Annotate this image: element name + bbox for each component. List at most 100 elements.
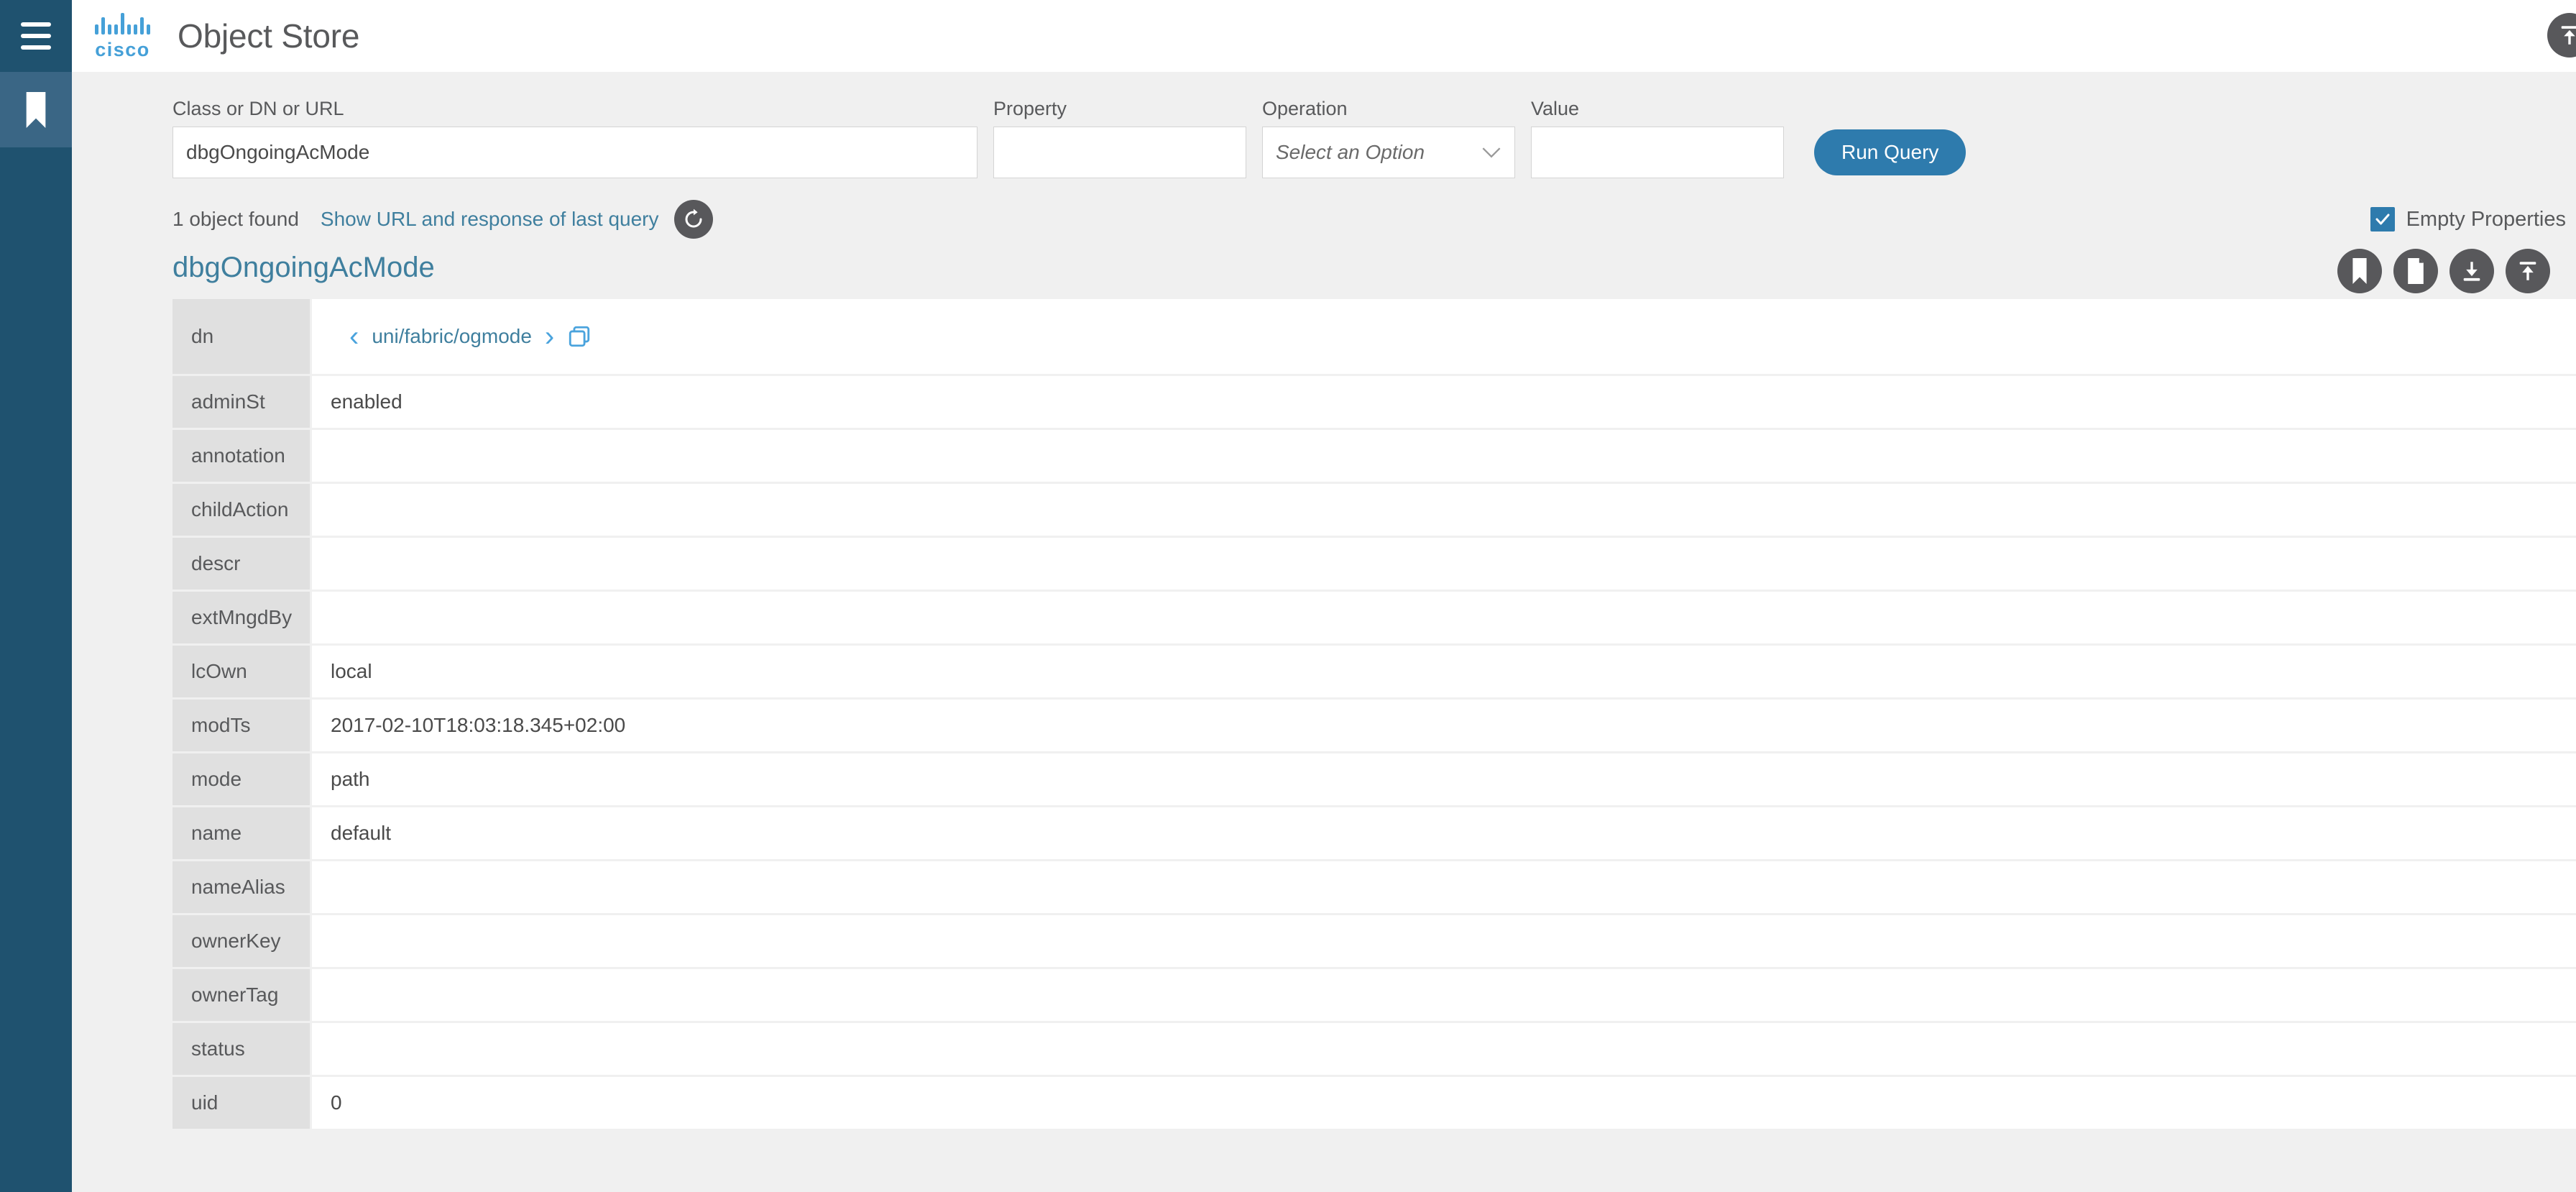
table-row: nameAlias — [172, 861, 2576, 913]
property-key: uid — [172, 1077, 312, 1129]
property-field-group: Property — [993, 98, 1246, 178]
table-row: annotation — [172, 430, 2576, 482]
query-bar: Class or DN or URL Property Operation Se… — [72, 72, 2576, 194]
property-value: local — [312, 646, 2576, 697]
hamburger-menu-icon — [21, 22, 51, 27]
status-row: 1 object found Show URL and response of … — [72, 194, 2576, 244]
property-value — [312, 538, 2576, 590]
property-key: status — [172, 1023, 312, 1075]
property-key: adminSt — [172, 376, 312, 428]
upload-icon — [2557, 23, 2576, 47]
chevron-left-icon[interactable]: ‹ — [349, 322, 359, 351]
refresh-button[interactable] — [674, 200, 713, 239]
cisco-bars-icon — [95, 12, 150, 35]
cisco-wordmark: cisco — [95, 39, 150, 61]
table-row: dn ‹ uni/fabric/ogmode › — [172, 299, 2576, 374]
property-table: dn ‹ uni/fabric/ogmode › — [172, 297, 2576, 1131]
property-value: 0 — [312, 1077, 2576, 1129]
bookmark-icon — [22, 91, 50, 129]
rail-bookmark-button[interactable] — [0, 72, 72, 147]
chevron-down-icon — [1481, 146, 1501, 159]
property-value — [312, 1023, 2576, 1075]
hamburger-menu-icon — [21, 34, 51, 38]
bookmark-button[interactable] — [2337, 249, 2382, 293]
cisco-logo: cisco — [95, 12, 150, 61]
table-row: namedefault — [172, 807, 2576, 859]
property-value: path — [312, 753, 2576, 805]
property-key: childAction — [172, 484, 312, 536]
table-row: descr — [172, 538, 2576, 590]
topbar-upload-button[interactable] — [2547, 13, 2576, 58]
object-count-text: 1 object found — [172, 208, 299, 231]
value-field-label: Value — [1531, 98, 1784, 120]
class-dn-url-input[interactable] — [172, 127, 978, 178]
page-title: Object Store — [178, 17, 359, 55]
property-key: extMngdBy — [172, 592, 312, 643]
class-field-label: Class or DN or URL — [172, 98, 978, 120]
download-button[interactable] — [2450, 249, 2494, 293]
property-field-label: Property — [993, 98, 1246, 120]
document-button[interactable] — [2393, 249, 2438, 293]
property-value — [312, 861, 2576, 913]
empty-properties-toggle[interactable]: Empty Properties — [2370, 207, 2566, 231]
operation-field-label: Operation — [1262, 98, 1515, 120]
property-value — [312, 915, 2576, 967]
property-key: dn — [172, 299, 312, 374]
property-key: nameAlias — [172, 861, 312, 913]
property-value: 2017-02-10T18:03:18.345+02:00 — [312, 700, 2576, 751]
operation-select[interactable]: Select an Option — [1262, 127, 1515, 178]
upload-button[interactable] — [2506, 249, 2550, 293]
table-row: lcOwnlocal — [172, 646, 2576, 697]
property-value — [312, 430, 2576, 482]
property-input[interactable] — [993, 127, 1246, 178]
table-row: modTs2017-02-10T18:03:18.345+02:00 — [172, 700, 2576, 751]
show-url-link[interactable]: Show URL and response of last query — [321, 208, 659, 231]
empty-properties-label: Empty Properties — [2406, 208, 2566, 231]
property-value: ‹ uni/fabric/ogmode › — [312, 299, 2576, 374]
property-key: mode — [172, 753, 312, 805]
hamburger-menu-icon — [21, 45, 51, 50]
object-actions — [2337, 249, 2550, 293]
dn-path-link[interactable]: uni/fabric/ogmode — [372, 325, 532, 348]
property-table-wrapper: dn ‹ uni/fabric/ogmode › — [72, 297, 2576, 1192]
table-row: uid0 — [172, 1077, 2576, 1129]
bookmark-icon — [2349, 258, 2370, 284]
property-value — [312, 592, 2576, 643]
download-icon — [2460, 259, 2484, 283]
class-field-group: Class or DN or URL — [172, 98, 978, 178]
value-field-group: Value — [1531, 98, 1784, 178]
copy-icon[interactable] — [567, 324, 592, 349]
property-key: modTs — [172, 700, 312, 751]
table-row: ownerTag — [172, 969, 2576, 1021]
table-row: ownerKey — [172, 915, 2576, 967]
property-key: lcOwn — [172, 646, 312, 697]
property-key: ownerKey — [172, 915, 312, 967]
refresh-icon — [683, 208, 704, 230]
object-title: dbgOngoingAcMode — [172, 252, 435, 284]
content-area: cisco Object Store Class or DN or URL Pr… — [72, 0, 2576, 1192]
table-row: status — [172, 1023, 2576, 1075]
table-row: modepath — [172, 753, 2576, 805]
empty-properties-checkbox[interactable] — [2370, 207, 2395, 231]
table-row: adminStenabled — [172, 376, 2576, 428]
property-key: name — [172, 807, 312, 859]
operation-select-value: Select an Option — [1276, 141, 1425, 164]
table-row: childAction — [172, 484, 2576, 536]
property-table-body: dn ‹ uni/fabric/ogmode › — [172, 299, 2576, 1129]
property-key: ownerTag — [172, 969, 312, 1021]
property-key: annotation — [172, 430, 312, 482]
property-value: enabled — [312, 376, 2576, 428]
document-icon — [2405, 258, 2426, 284]
table-row: extMngdBy — [172, 592, 2576, 643]
property-value: default — [312, 807, 2576, 859]
run-query-button[interactable]: Run Query — [1814, 129, 1966, 175]
top-bar: cisco Object Store — [72, 0, 2576, 72]
chevron-right-icon[interactable]: › — [545, 322, 554, 351]
hamburger-menu-button[interactable] — [0, 0, 72, 72]
upload-icon — [2516, 259, 2540, 283]
property-value — [312, 969, 2576, 1021]
dn-navigator: ‹ uni/fabric/ogmode › — [331, 322, 2576, 351]
property-key: descr — [172, 538, 312, 590]
value-input[interactable] — [1531, 127, 1784, 178]
check-icon — [2374, 211, 2391, 228]
